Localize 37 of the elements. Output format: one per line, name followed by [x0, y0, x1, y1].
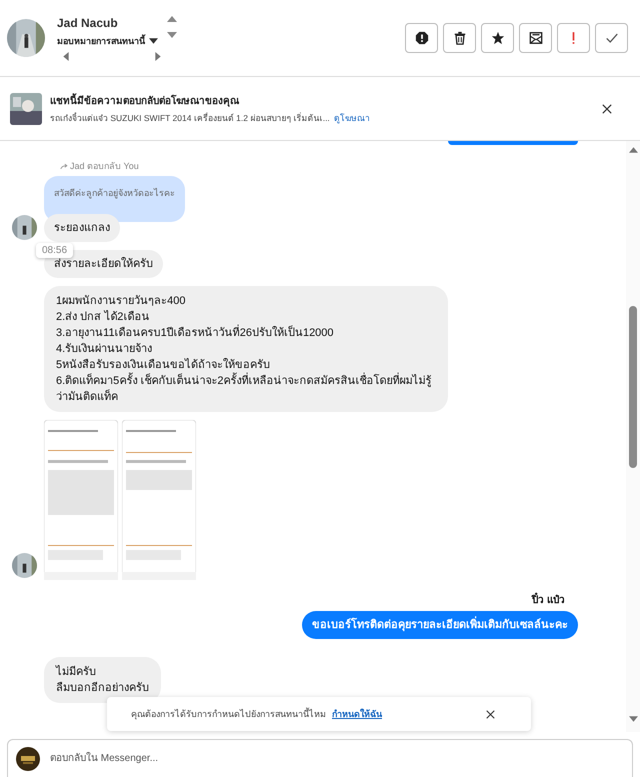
block-button[interactable]	[405, 23, 438, 53]
star-button[interactable]	[481, 23, 514, 53]
scroll-up-icon[interactable]	[167, 16, 177, 22]
exclamation-icon	[571, 31, 576, 45]
view-ad-link[interactable]: ดูโฆษณา	[334, 110, 370, 124]
contact-name: Jad Nacub	[57, 16, 119, 30]
close-icon[interactable]	[486, 710, 495, 718]
scroll-up-icon[interactable]	[628, 147, 638, 153]
checkmark-icon	[604, 31, 618, 45]
quoted-message: สวัสดีค่ะลูกค้าอยู่จังหวัดอะไรคะ	[44, 176, 185, 222]
scroll-down-icon[interactable]	[628, 716, 638, 722]
ad-reply-notice: แชทนี้มีข้อความตอบกลับต่อโฆษณาของคุณ	[50, 92, 602, 108]
ad-snippet: รถเก๋งจิ๋วแต่แจ๋ว SUZUKI SWIFT 2014 เครื่องยนต์ 1.2 ผ่อนสบายๆ เริ่มต้นเ...	[50, 111, 330, 124]
message-bubble: ขอเบอร์โทรติดต่อคุยรายละเอียดเพิ่มเติมกับเซลล์นะคะ	[302, 611, 578, 639]
done-button[interactable]	[595, 23, 628, 53]
assign-prompt: คุณต้องการได้รับการกำหนดไปยังการสนทนานี้ไหม	[131, 707, 326, 721]
reply-label: Jad ตอบกลับ You	[70, 160, 139, 173]
envelope-icon	[528, 31, 542, 45]
assign-to-me-link[interactable]: กำหนดให้ฉัน	[332, 707, 382, 721]
caret-icon	[149, 38, 158, 44]
message-bubble: ไม่มีครับ ลืมบอกอีกอย่างครับ	[44, 657, 161, 703]
message-bubble: ระยองแกลง	[44, 214, 120, 242]
reply-icon	[60, 162, 68, 170]
sender-name: ปิ๋ว แป๋ว	[532, 592, 565, 607]
scroll-left-icon[interactable]	[63, 52, 69, 60]
scroll-down-icon[interactable]	[167, 32, 177, 38]
delete-button[interactable]	[443, 23, 476, 53]
star-icon	[490, 31, 504, 45]
alert-octagon-icon	[414, 31, 428, 45]
message-bubble: 1ผมพนักงานรายวันๆละ400 2.ส่ง ปกส ได้2เดือน 3.อายุงาน11เดือนครบ1ปีเดือรหน้าวันที่26ปรับให้เป็น12000 4.รับเงินผ่านนายจ้าง 5หนังสือรับรองเงินเดือนขอได้ถ้าจะให้ขอครับ 6.ติดแท็คมา5ครั้ง เช็คกับเต็นน่าจะ2ครั้งที่เหลือน่าจะกดสมัครสินเชื่อโดยที่ผมไม่รู้ว่ามันติดแท็ค	[44, 286, 448, 412]
scrollbar-thumb[interactable]	[629, 306, 637, 468]
close-icon[interactable]	[602, 104, 612, 114]
assign-dropdown[interactable]: มอบหมายการสนทนานี้	[57, 34, 158, 48]
reply-box[interactable]: ตอบกลับใน Messenger...	[7, 739, 633, 777]
mail-button[interactable]	[519, 23, 552, 53]
scroll-right-icon[interactable]	[155, 52, 161, 60]
trash-icon	[452, 31, 466, 45]
